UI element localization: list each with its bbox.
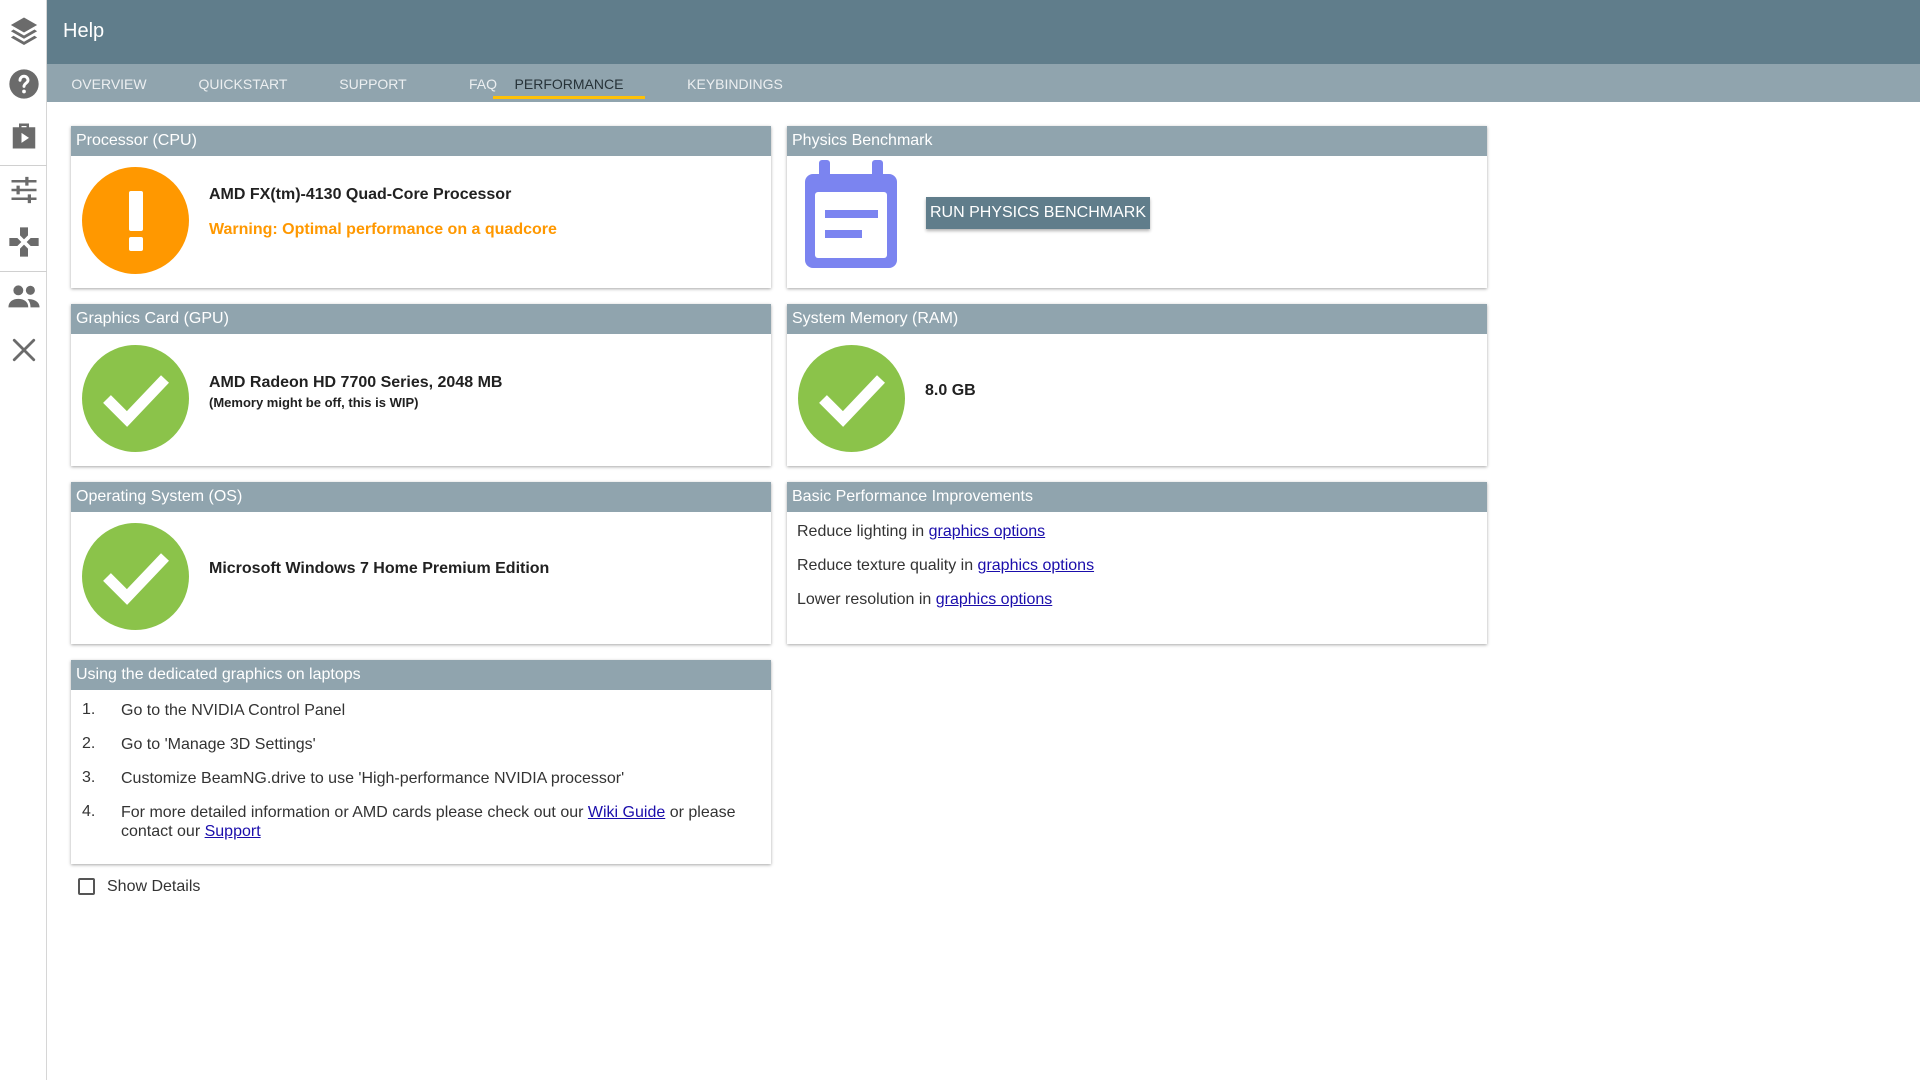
tab-bar: OVERVIEW QUICKSTART SUPPORT FAQ PERFORMA… <box>47 64 1920 102</box>
step-number: 2. <box>82 735 96 752</box>
tab-overview[interactable]: OVERVIEW <box>55 64 163 102</box>
show-details-checkbox[interactable] <box>78 878 95 895</box>
sidebar-item-play[interactable] <box>0 110 47 162</box>
page-title: Help <box>63 20 105 42</box>
sidebar-item-users[interactable] <box>0 270 47 322</box>
os-card-title: Operating System (OS) <box>71 482 771 512</box>
graphics-options-link[interactable]: graphics options <box>936 591 1053 608</box>
gamepad-icon <box>8 227 39 257</box>
laptop-card-title: Using the dedicated graphics on laptops <box>71 660 771 690</box>
improvements-card-title: Basic Performance Improvements <box>787 482 1487 512</box>
graphics-options-link[interactable]: graphics options <box>978 557 1095 574</box>
step-text: Go to the NVIDIA Control Panel <box>121 702 346 719</box>
run-physics-benchmark-button[interactable]: RUN PHYSICS BENCHMARK <box>926 197 1150 229</box>
graphics-options-link[interactable]: graphics options <box>929 523 1046 540</box>
tip-item: Reduce lighting in graphics options <box>797 523 1046 540</box>
play-icon <box>12 123 35 149</box>
layers-icon <box>10 17 37 45</box>
warning-icon <box>82 167 189 274</box>
step-number: 4. <box>82 803 96 820</box>
step-text: Customize BeamNG.drive to use 'High-perf… <box>121 770 625 787</box>
sidebar-item-help[interactable] <box>0 58 47 110</box>
check-icon <box>82 345 189 452</box>
tab-keybindings[interactable]: KEYBINDINGS <box>665 64 805 102</box>
sidebar-item-close[interactable] <box>0 324 47 376</box>
cpu-card: Processor (CPU) AMD FX(tm)-4130 Quad-Cor… <box>71 126 771 288</box>
step-text: Go to 'Manage 3D Settings' <box>121 736 316 753</box>
users-icon <box>7 285 40 308</box>
show-details-label[interactable]: Show Details <box>107 878 200 896</box>
ram-value: 8.0 GB <box>925 382 976 399</box>
sidebar-item-settings[interactable] <box>0 164 47 216</box>
support-link[interactable]: Support <box>205 823 261 840</box>
cpu-name: AMD FX(tm)-4130 Quad-Core Processor <box>209 186 512 203</box>
gpu-card: Graphics Card (GPU) AMD Radeon HD 7700 S… <box>71 304 771 466</box>
sidebar-item-controls[interactable] <box>0 216 47 268</box>
gpu-card-title: Graphics Card (GPU) <box>71 304 771 334</box>
os-card: Operating System (OS) Microsoft Windows … <box>71 482 771 644</box>
tab-quickstart[interactable]: QUICKSTART <box>183 64 303 102</box>
physics-card: Physics Benchmark RUN PHYSICS BENCHMARK <box>787 126 1487 288</box>
step-text: For more detailed information or AMD car… <box>121 804 736 840</box>
cpu-card-title: Processor (CPU) <box>71 126 771 156</box>
calendar-icon <box>805 160 897 268</box>
physics-card-title: Physics Benchmark <box>787 126 1487 156</box>
os-name: Microsoft Windows 7 Home Premium Edition <box>209 560 550 577</box>
cpu-warning: Warning: Optimal performance on a quadco… <box>209 221 557 238</box>
sidebar-item-layers[interactable] <box>0 4 47 56</box>
laptop-graphics-card: Using the dedicated graphics on laptops … <box>71 660 771 864</box>
step-number: 3. <box>82 769 96 786</box>
tip-item: Reduce texture quality in graphics optio… <box>797 557 1095 574</box>
active-tab-indicator <box>493 96 645 99</box>
close-icon <box>12 338 35 362</box>
ram-card: System Memory (RAM) 8.0 GB <box>787 304 1487 466</box>
gpu-name: AMD Radeon HD 7700 Series, 2048 MB <box>209 374 503 391</box>
check-icon <box>82 523 189 630</box>
check-icon <box>798 345 905 452</box>
help-icon <box>8 69 39 99</box>
sliders-icon <box>11 176 36 204</box>
tip-item: Lower resolution in graphics options <box>797 591 1053 608</box>
wiki-guide-link[interactable]: Wiki Guide <box>588 804 665 821</box>
tab-support[interactable]: SUPPORT <box>323 64 423 102</box>
step-number: 1. <box>82 701 96 718</box>
improvements-card: Basic Performance Improvements Reduce li… <box>787 482 1487 644</box>
app-header: Help <box>47 0 1920 64</box>
ram-card-title: System Memory (RAM) <box>787 304 1487 334</box>
sidebar <box>0 0 47 1080</box>
gpu-memory-note: (Memory might be off, this is WIP) <box>209 395 419 410</box>
